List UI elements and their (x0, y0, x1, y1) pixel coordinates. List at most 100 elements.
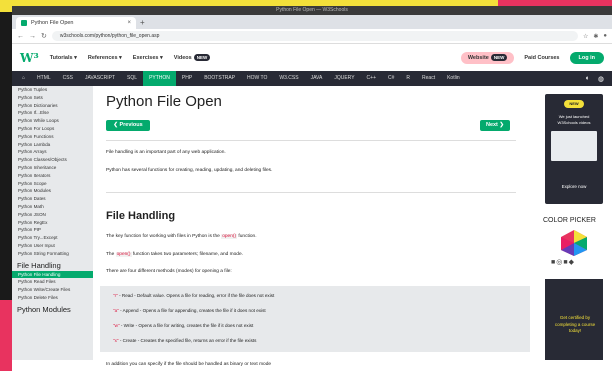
topnav-python[interactable]: PYTHON (143, 71, 176, 86)
intro-paragraph-2: Python has several functions for creatin… (106, 168, 273, 173)
videos-ad[interactable]: NEW We just launched W3Schools videos Ex… (545, 94, 603, 204)
sidebar-section-modules: Python Modules (17, 304, 71, 314)
forward-arrow-icon[interactable]: → (29, 33, 36, 40)
sidebar-item[interactable]: Python Tuples (12, 86, 93, 94)
topnav-php[interactable]: PHP (176, 71, 198, 86)
w3schools-logo[interactable]: W³ (20, 51, 39, 65)
sidebar-item[interactable]: Python Inheritance (12, 164, 93, 172)
certification-ad[interactable]: Get certified by completing a course tod… (545, 279, 603, 360)
mode-desc: - Create - Creates the specified file, r… (119, 338, 257, 343)
sidebar-item[interactable]: Python Dates (12, 195, 93, 203)
sidebar-item[interactable]: Python Functions (12, 133, 93, 141)
header-right: Website NEW Paid Courses Log in (460, 51, 604, 64)
topnav-howto[interactable]: HOW TO (241, 71, 273, 86)
videos-label: Videos (173, 54, 192, 61)
sidebar-item[interactable]: Python While Loops (12, 117, 93, 125)
section-heading: File Handling (106, 210, 176, 222)
browser-tab[interactable]: Python File Open × (16, 17, 136, 29)
window-title: Python File Open — W3Schools (276, 7, 348, 13)
profile-icon[interactable]: ● (603, 33, 607, 39)
topnav-react[interactable]: React (416, 71, 441, 86)
modes-box: "r" - Read - Default value. Opens a file… (100, 286, 530, 352)
address-bar: ← → ↻ w3schools.com/python/python_file_o… (12, 29, 612, 44)
mode-code: "r" (113, 293, 118, 298)
sidebar-section-file-handling: File Handling (17, 260, 61, 270)
topnav-javascript[interactable]: JAVASCRIPT (79, 71, 121, 86)
previous-button[interactable]: ❮ Previous (106, 120, 150, 131)
sidebar-item[interactable]: Python For Loops (12, 125, 93, 133)
menu-videos[interactable]: Videos NEW (173, 53, 211, 61)
ad-explore-link[interactable]: Explore now (549, 184, 599, 189)
bookmark-star-icon[interactable]: ☆ (583, 33, 588, 40)
sidebar-item[interactable]: Python Arrays (12, 148, 93, 156)
sidebar-item[interactable]: Python Dictionaries (12, 102, 93, 110)
topnav-kotlin[interactable]: Kotlin (441, 71, 466, 86)
additional-paragraph: In addition you can specify if the file … (106, 362, 272, 367)
mode-write: "w" - Write - Opens a file for writing, … (113, 323, 253, 328)
discord-icon[interactable]: ◆ (569, 259, 575, 266)
color-picker-hexagon-icon[interactable] (559, 229, 589, 257)
home-icon[interactable]: ⌂ (16, 71, 31, 86)
sidebar-item[interactable]: Python Classes/Objects (12, 156, 93, 164)
topnav-cpp[interactable]: C++ (361, 71, 382, 86)
sidebar-item[interactable]: Python Scope (12, 180, 93, 188)
sidebar-item[interactable]: Python Try...Except (12, 234, 93, 242)
right-column: NEW We just launched W3Schools videos Ex… (539, 86, 612, 360)
sidebar-item[interactable]: Python Write/Create Files (12, 286, 93, 294)
topnav-r[interactable]: R (400, 71, 416, 86)
paid-courses-link[interactable]: Paid Courses (524, 55, 559, 61)
topnav-css[interactable]: CSS (57, 71, 79, 86)
sidebar-item[interactable]: Python User Input (12, 242, 93, 250)
sidebar-item[interactable]: Python Iterators (12, 172, 93, 180)
sidebar-item[interactable]: Python If...Else (12, 109, 93, 117)
topnav-w3css[interactable]: W3.CSS (273, 71, 304, 86)
sidebar-item[interactable]: Python Modules (12, 187, 93, 195)
favicon-icon (21, 20, 27, 26)
sidebar-item[interactable]: Python Math (12, 203, 93, 211)
topnav-icons: ◐ ◍ (586, 75, 612, 83)
sidebar-item[interactable]: Python PIP (12, 226, 93, 234)
mode-append: "a" - Append - Opens a file for appendin… (113, 308, 266, 313)
mode-desc: - Append - Opens a file for appending, c… (120, 308, 266, 313)
topnav-html[interactable]: HTML (31, 71, 57, 86)
sidebar-item[interactable]: Python Delete Files (12, 294, 93, 302)
top-navigation: ⌂ HTML CSS JAVASCRIPT SQL PYTHON PHP BOO… (12, 71, 612, 86)
website-button[interactable]: Website NEW (460, 51, 515, 64)
login-button[interactable]: Log in (569, 51, 604, 64)
sidebar-item[interactable]: Python String Formatting (12, 250, 93, 258)
dark-mode-icon[interactable]: ◐ (586, 75, 590, 83)
tab-title: Python File Open (31, 20, 74, 26)
sidebar-item[interactable]: Python RegEx (12, 219, 93, 227)
sidebar-item-active[interactable]: Python File Handling (12, 270, 93, 279)
topnav-jquery[interactable]: JQUERY (328, 71, 360, 86)
sidebar-item[interactable]: Python JSON (12, 211, 93, 219)
mode-code: "a" (113, 308, 119, 313)
topnav-csharp[interactable]: C# (382, 71, 400, 86)
menu-tutorials[interactable]: Tutorials ▾ (50, 55, 77, 61)
topnav-java[interactable]: JAVA (305, 71, 329, 86)
sidebar-item[interactable]: Python Read Files (12, 278, 93, 286)
screenshot-stage: Python File Open — W3Schools Python File… (0, 0, 612, 371)
key-function-paragraph: The key function for working with files … (106, 234, 257, 239)
extensions-icon[interactable]: ✱ (593, 33, 598, 40)
topnav-bootstrap[interactable]: BOOTSTRAP (198, 71, 241, 86)
tab-close-icon[interactable]: × (127, 20, 131, 26)
topnav-sql[interactable]: SQL (121, 71, 143, 86)
color-picker-label[interactable]: COLOR PICKER (543, 217, 596, 224)
menu-references[interactable]: References ▾ (88, 55, 122, 61)
sidebar: Python Tuples Python Sets Python Diction… (12, 86, 93, 360)
browser-window: Python File Open — W3Schools Python File… (12, 6, 612, 371)
new-tab-button[interactable]: + (140, 17, 145, 29)
params-paragraph: The open() function takes two parameters… (106, 252, 243, 257)
sidebar-item[interactable]: Python Lambda (12, 141, 93, 149)
back-arrow-icon[interactable]: ← (17, 33, 24, 40)
menu-exercises[interactable]: Exercises ▾ (133, 55, 163, 61)
key-text-post: function. (238, 234, 257, 239)
url-input[interactable]: w3schools.com/python/python_file_open.as… (51, 31, 578, 41)
globe-icon[interactable]: ◍ (598, 75, 604, 83)
sidebar-item[interactable]: Python Sets (12, 94, 93, 102)
ad-new-badge: NEW (564, 100, 584, 108)
social-icons: ■◎■◆ (551, 258, 575, 266)
next-button[interactable]: Next ❯ (480, 120, 510, 131)
reload-icon[interactable]: ↻ (41, 32, 47, 40)
